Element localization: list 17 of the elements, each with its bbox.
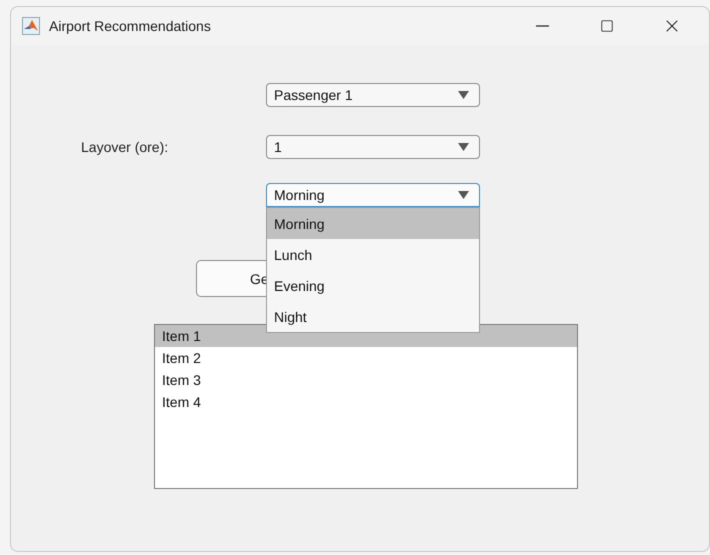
dropdown[interactable]: Morning	[266, 183, 480, 207]
list-item[interactable]: Item 4	[155, 391, 577, 413]
window-title: Airport Recommendations	[49, 18, 212, 34]
field-label: Layover (ore):	[80, 139, 170, 155]
dropdown-arrow-icon	[458, 191, 469, 199]
dropdown-option[interactable]: Morning	[267, 208, 479, 239]
dropdown-arrow-icon	[458, 91, 469, 99]
list-item[interactable]: Item 3	[155, 369, 577, 391]
app-icon	[22, 17, 40, 35]
list-item[interactable]: Item 2	[155, 347, 577, 369]
dropdown-option[interactable]: Lunch	[267, 239, 479, 270]
dropdown[interactable]: Passenger 1	[266, 83, 480, 107]
maximize-icon	[600, 19, 614, 33]
minimize-icon	[536, 25, 548, 27]
dropdown[interactable]: 1	[266, 135, 480, 159]
dropdown-option[interactable]: Evening	[267, 270, 479, 301]
dropdown-arrow-icon	[458, 143, 469, 151]
